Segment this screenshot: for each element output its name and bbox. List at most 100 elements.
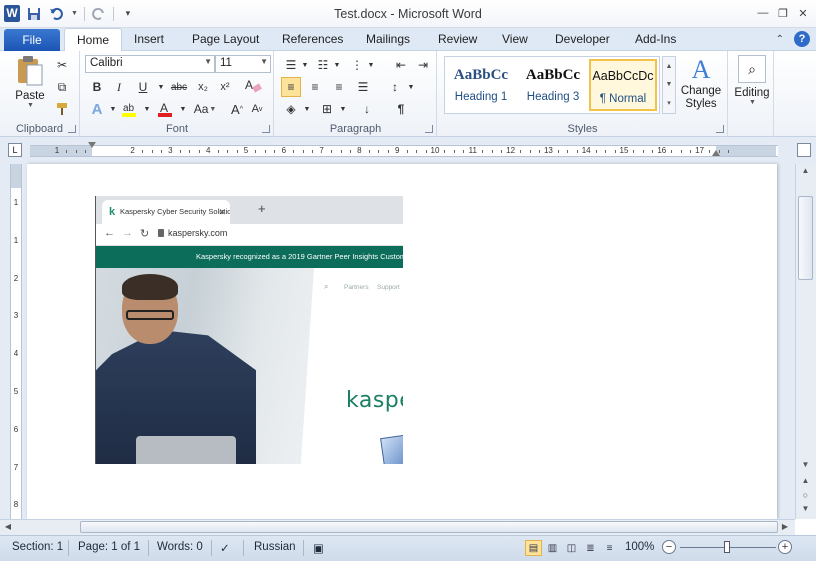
shrink-font-icon[interactable]: Av (247, 99, 267, 119)
copy-icon[interactable]: ⧉ (52, 77, 72, 97)
font-color-dropdown-icon[interactable]: ▼ (173, 99, 193, 119)
numbering-dropdown-icon[interactable]: ▼ (327, 55, 347, 75)
tab-developer[interactable]: Developer (555, 32, 610, 46)
style-normal[interactable]: AaBbCcDc ¶ Normal (589, 59, 657, 111)
tab-view[interactable]: View (502, 32, 528, 46)
show-formatting-marks-icon[interactable]: ¶ (391, 99, 411, 119)
underline-dropdown-icon[interactable]: ▼ (151, 77, 171, 97)
multilevel-list-dropdown-icon[interactable]: ▼ (361, 55, 381, 75)
view-ruler-icon[interactable] (797, 143, 811, 157)
font-color-icon[interactable]: A (155, 99, 175, 119)
font-size-dropdown-icon[interactable]: ▼ (260, 57, 268, 66)
restore-icon[interactable]: ❐ (776, 6, 790, 20)
horizontal-scroll-thumb[interactable] (80, 521, 778, 533)
tab-file[interactable]: File (4, 29, 60, 51)
gallery-more-icon[interactable]: ▾ (667, 99, 671, 107)
scroll-left-icon[interactable]: ◀ (2, 522, 14, 531)
help-icon[interactable]: ? (794, 31, 810, 47)
italic-icon[interactable]: I (109, 77, 129, 97)
scroll-down-icon[interactable]: ▼ (796, 460, 815, 469)
highlight-dropdown-icon[interactable]: ▼ (137, 99, 157, 119)
tab-selector-icon[interactable]: L (8, 143, 22, 157)
editing-dropdown-icon: ▼ (749, 99, 756, 106)
vertical-scroll-thumb[interactable] (798, 196, 813, 280)
ruler-number: 8 (357, 146, 362, 155)
styles-launcher-icon[interactable] (716, 125, 724, 133)
underline-icon[interactable]: U (133, 77, 153, 97)
macro-record-icon[interactable]: ▣ (313, 541, 324, 555)
style-heading-1[interactable]: AaBbCc Heading 1 (447, 59, 515, 111)
grow-font-icon[interactable]: A ^ (227, 99, 247, 119)
tab-insert[interactable]: Insert (134, 32, 164, 46)
zoom-level[interactable]: 100% (625, 541, 654, 553)
horizontal-scrollbar[interactable]: ◀ ▶ (0, 519, 795, 535)
cut-icon[interactable]: ✂ (52, 55, 72, 75)
change-case-icon[interactable]: Aa ▼ (191, 99, 219, 119)
horizontal-ruler[interactable]: 1 2 3 4 5 6 7 8 9 10 11 12 13 14 15 16 17 (30, 142, 778, 157)
embedded-screenshot-image[interactable]: k Kaspersky Cyber Security Solutions ✕ +… (95, 196, 403, 464)
tab-add-ins[interactable]: Add-Ins (635, 32, 676, 46)
subscript-icon[interactable]: x₂ (193, 77, 213, 97)
indent-marker-icon[interactable] (88, 142, 96, 148)
highlight-icon[interactable]: ab (119, 99, 139, 119)
document-page[interactable]: k Kaspersky Cyber Security Solutions ✕ +… (27, 164, 777, 519)
close-icon[interactable]: ✕ (796, 6, 810, 20)
outline-view-icon[interactable]: ≣ (582, 540, 599, 556)
select-browse-object-icon[interactable]: ○ (796, 490, 815, 500)
increase-indent-icon[interactable]: ⇥ (413, 55, 433, 75)
clipboard-launcher-icon[interactable] (68, 125, 76, 133)
change-styles-button[interactable]: A Change Styles (678, 55, 724, 119)
superscript-icon[interactable]: x² (215, 77, 235, 97)
font-name-dropdown-icon[interactable]: ▼ (204, 57, 212, 66)
ruler-tick (85, 150, 87, 153)
gallery-down-icon[interactable]: ▼ (666, 81, 673, 88)
web-layout-view-icon[interactable]: ◫ (563, 540, 580, 556)
tab-page-layout[interactable]: Page Layout (192, 32, 259, 46)
line-spacing-dropdown-icon[interactable]: ▼ (401, 77, 421, 97)
clear-formatting-icon[interactable]: A (243, 75, 263, 95)
next-page-icon[interactable]: ▼ (796, 504, 815, 513)
gallery-up-icon[interactable]: ▲ (666, 63, 673, 70)
style-heading-3[interactable]: AaBbCc Heading 3 (519, 59, 587, 111)
full-screen-reading-view-icon[interactable]: ▥ (544, 540, 561, 556)
bullets-dropdown-icon[interactable]: ▼ (295, 55, 315, 75)
align-center-icon[interactable]: ≡ (305, 77, 325, 97)
format-painter-icon[interactable] (52, 99, 72, 119)
shading-dropdown-icon[interactable]: ▼ (297, 99, 317, 119)
tab-home[interactable]: Home (64, 28, 123, 52)
paste-button[interactable]: Paste ▼ (10, 55, 50, 111)
minimize-ribbon-icon[interactable]: ⌃ (776, 34, 784, 45)
strikethrough-icon[interactable]: abc (169, 77, 189, 97)
editing-button[interactable]: ⌕ Editing ▼ (731, 55, 773, 106)
zoom-in-icon[interactable]: + (778, 540, 792, 554)
decrease-indent-icon[interactable]: ⇤ (391, 55, 411, 75)
vertical-ruler[interactable]: 1123456789 (10, 164, 22, 547)
font-name-combo[interactable]: Calibri ▼ (85, 55, 215, 73)
vertical-scrollbar[interactable]: ▲ ▼ ▲ ○ ▼ (795, 164, 816, 519)
tab-review[interactable]: Review (438, 32, 477, 46)
scroll-up-icon[interactable]: ▲ (796, 166, 815, 175)
scroll-right-icon[interactable]: ▶ (779, 522, 791, 531)
font-launcher-icon[interactable] (262, 125, 270, 133)
status-words[interactable]: Words: 0 (157, 541, 203, 553)
align-left-icon[interactable]: ≡ (281, 77, 301, 97)
draft-view-icon[interactable]: ≡ (601, 540, 618, 556)
borders-dropdown-icon[interactable]: ▼ (333, 99, 353, 119)
status-section[interactable]: Section: 1 (12, 541, 63, 553)
bold-icon[interactable]: B (87, 77, 107, 97)
tab-mailings[interactable]: Mailings (366, 32, 410, 46)
zoom-slider-thumb[interactable] (724, 541, 730, 553)
justify-icon[interactable]: ☰ (353, 77, 373, 97)
align-right-icon[interactable]: ≡ (329, 77, 349, 97)
paragraph-launcher-icon[interactable] (425, 125, 433, 133)
status-page[interactable]: Page: 1 of 1 (78, 541, 140, 553)
print-layout-view-icon[interactable]: ▤ (525, 540, 542, 556)
tab-references[interactable]: References (282, 32, 343, 46)
sort-icon[interactable]: ↓ (357, 99, 377, 119)
minimize-icon[interactable]: — (756, 6, 770, 20)
previous-page-icon[interactable]: ▲ (796, 476, 815, 485)
status-language[interactable]: Russian (254, 541, 296, 553)
proofing-icon[interactable]: ✓ (220, 541, 230, 555)
font-size-combo[interactable]: 11 ▼ (215, 55, 271, 73)
zoom-out-icon[interactable]: − (662, 540, 676, 554)
